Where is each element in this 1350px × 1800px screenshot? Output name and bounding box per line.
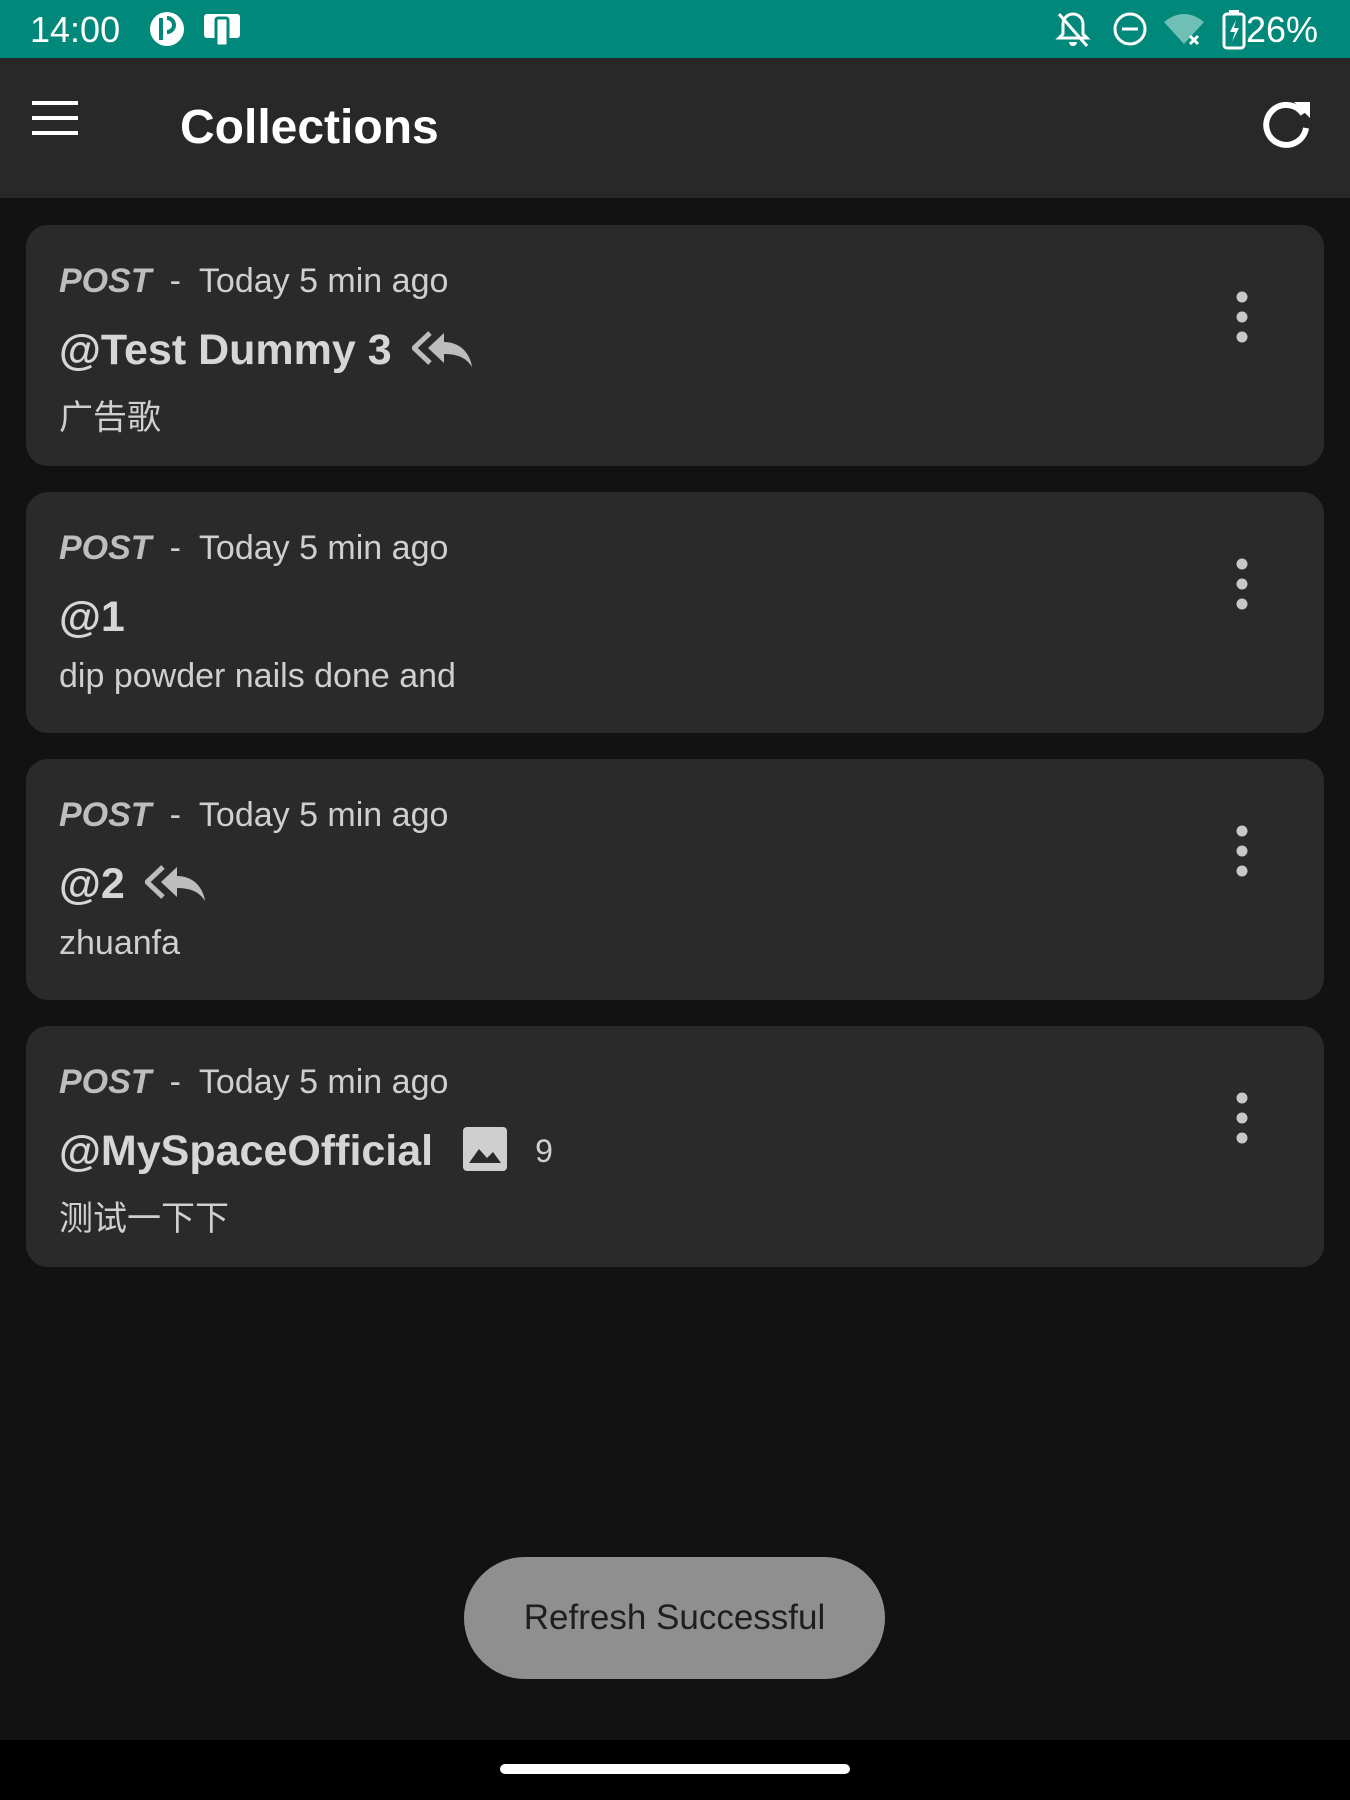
post-time: Today 5 min ago — [198, 796, 449, 834]
post-type-label: POST — [59, 1063, 152, 1101]
post-type-label: POST — [59, 262, 152, 300]
screen: 14:00 26% Collections POST - Today 5 min… — [0, 0, 1350, 1800]
repost-icon — [410, 327, 474, 374]
post-time: Today 5 min ago — [198, 1063, 449, 1101]
device-icon — [202, 8, 242, 55]
image-count: 9 — [535, 1132, 553, 1169]
battery-charging-icon — [1222, 8, 1246, 55]
author-name[interactable]: @1 — [59, 593, 125, 642]
home-indicator[interactable] — [500, 1764, 850, 1774]
post-time: Today 5 min ago — [198, 262, 449, 300]
image-icon — [461, 1125, 509, 1178]
post-meta: POST - Today 5 min ago — [59, 529, 448, 568]
more-options-button[interactable] — [1222, 1086, 1262, 1150]
author-name[interactable]: @2 — [59, 860, 125, 909]
post-card[interactable]: POST - Today 5 min ago @Test Dummy 3 广告歌 — [26, 225, 1324, 466]
wifi-off-icon — [1162, 8, 1206, 55]
post-type-label: POST — [59, 529, 152, 567]
more-options-button[interactable] — [1222, 552, 1262, 616]
author-name[interactable]: @MySpaceOfficial — [59, 1127, 433, 1176]
meta-separator: - — [169, 796, 181, 834]
battery-percent: 26% — [1245, 9, 1318, 50]
refresh-button[interactable] — [1256, 96, 1320, 160]
refresh-icon — [1263, 101, 1310, 148]
post-time: Today 5 min ago — [198, 529, 449, 567]
author-name[interactable]: @Test Dummy 3 — [59, 326, 392, 375]
meta-separator: - — [169, 1063, 181, 1101]
post-meta: POST - Today 5 min ago — [59, 796, 448, 835]
author-line: @2 — [59, 854, 207, 914]
post-card[interactable]: POST - Today 5 min ago @1 dip powder nails… — [26, 492, 1324, 733]
notifications-off-icon — [1055, 8, 1091, 55]
author-line: @MySpaceOfficial 9 — [59, 1121, 553, 1181]
more-vert-icon — [1236, 825, 1248, 877]
more-options-button[interactable] — [1222, 819, 1262, 883]
menu-button[interactable] — [30, 98, 110, 158]
post-card[interactable]: POST - Today 5 min ago @MySpaceOfficial 9 … — [26, 1026, 1324, 1267]
post-text: zhuanfa — [59, 924, 180, 962]
post-meta: POST - Today 5 min ago — [59, 262, 448, 301]
app-bar: Collections — [0, 58, 1350, 198]
author-line: @1 — [59, 587, 125, 647]
more-vert-icon — [1236, 1092, 1248, 1144]
meta-separator: - — [169, 262, 181, 300]
hamburger-menu-icon — [32, 101, 78, 135]
status-time: 14:00 — [30, 9, 121, 50]
post-type-label: POST — [59, 796, 152, 834]
repost-icon — [143, 861, 207, 908]
do-not-disturb-icon — [1111, 8, 1149, 55]
more-vert-icon — [1236, 558, 1248, 610]
author-line: @Test Dummy 3 — [59, 320, 474, 380]
meta-separator: - — [169, 529, 181, 567]
toast-message: Refresh Successful — [464, 1557, 885, 1679]
collections-list: POST-Today 5 min ago @Test Dummy 3 广告歌 — [26, 225, 1324, 1293]
post-text: 测试一下下 — [59, 1200, 229, 1238]
more-vert-icon — [1236, 291, 1248, 343]
more-options-button[interactable] — [1222, 285, 1262, 349]
status-bar: 14:00 26% — [0, 0, 1350, 58]
post-text: dip powder nails done and — [59, 657, 456, 695]
post-meta: POST - Today 5 min ago — [59, 1063, 448, 1102]
post-card[interactable]: POST - Today 5 min ago @2 zhuanfa — [26, 759, 1324, 1000]
app-notification-icon — [148, 8, 186, 55]
post-text: 广告歌 — [59, 399, 161, 437]
page-title: Collections — [180, 101, 439, 154]
